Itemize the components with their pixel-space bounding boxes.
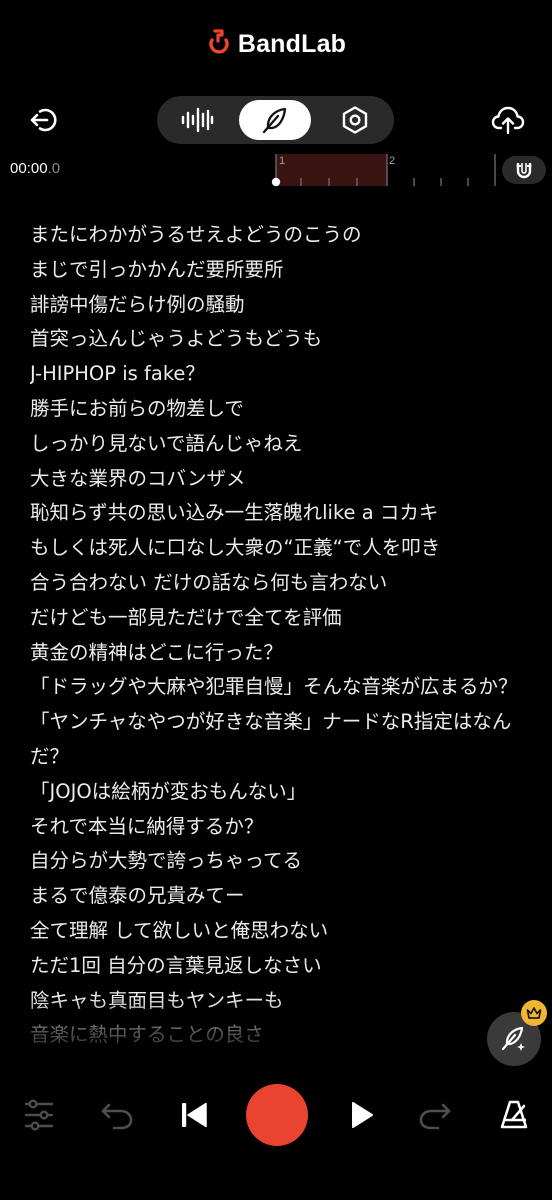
lyric-line[interactable]: それで本当に納得するか？ bbox=[30, 810, 530, 845]
tab-tracks[interactable] bbox=[161, 100, 233, 140]
app-header: BandLab bbox=[0, 26, 552, 62]
time-main: 00:00 bbox=[10, 160, 48, 177]
lyric-line[interactable]: 自分らが大勢で誇っちゃってる bbox=[30, 844, 530, 879]
magnet-icon bbox=[516, 163, 532, 179]
play-icon bbox=[352, 1102, 373, 1128]
lyric-line[interactable]: 誹謗中傷だらけ例の騒動 bbox=[30, 288, 530, 323]
exit-button[interactable] bbox=[24, 100, 64, 140]
playhead-time: 00:00.0 bbox=[10, 160, 60, 177]
redo-icon bbox=[419, 1103, 451, 1130]
lyric-line[interactable]: 「ドラッグや大麻や犯罪自慢」そんな音楽が広まるか？ bbox=[30, 670, 530, 705]
lyric-line[interactable]: まじで引っかかんだ要所要所 bbox=[30, 253, 530, 288]
premium-badge bbox=[521, 1000, 547, 1026]
lyric-line[interactable]: 音楽に熱中することの良さ bbox=[30, 1018, 530, 1053]
lyric-line[interactable]: またにわかがうるせえよどうのこうの bbox=[30, 218, 530, 253]
lyric-line[interactable]: 「ヤンチャなやつが好きな音楽」ナードなR指定はなんだ？ bbox=[30, 705, 530, 775]
feather-pen-icon bbox=[262, 107, 287, 134]
skip-back-button[interactable] bbox=[172, 1086, 216, 1144]
lyrics-editor[interactable]: またにわかがうるせえよどうのこうの まじで引っかかんだ要所要所 誹謗中傷だらけ例… bbox=[30, 218, 530, 1068]
timeline-ruler[interactable]: 1 2 bbox=[270, 150, 500, 190]
play-button[interactable] bbox=[340, 1086, 384, 1144]
lyric-line[interactable]: 全て理解 して欲しいと俺思わない bbox=[30, 914, 530, 949]
time-fraction: .0 bbox=[47, 160, 61, 177]
lyric-line[interactable]: 恥知らず共の思い込み一生落魄れlike a コカキ bbox=[30, 496, 530, 531]
crown-icon bbox=[526, 1007, 542, 1019]
bar-marker-1: 1 bbox=[279, 155, 285, 167]
lyric-line[interactable]: ただ1回 自分の言葉見返しなさい bbox=[30, 949, 530, 984]
exit-icon bbox=[30, 108, 57, 132]
app-title: BandLab bbox=[237, 29, 347, 58]
snap-toggle[interactable] bbox=[502, 156, 546, 184]
record-button[interactable] bbox=[246, 1084, 308, 1146]
lyric-line[interactable]: 首突っ込んじゃうよどうもどうも bbox=[30, 322, 530, 357]
lyric-line[interactable]: もしくは死人に口なし大衆の“正義“で人を叩き bbox=[30, 531, 530, 566]
playhead-handle[interactable] bbox=[271, 177, 281, 187]
lyric-line[interactable]: 大きな業界のコバンザメ bbox=[30, 462, 530, 497]
sliders-icon bbox=[24, 1099, 54, 1131]
hexagon-settings-icon bbox=[342, 106, 368, 134]
bar-marker-2: 2 bbox=[389, 155, 395, 167]
waveform-icon bbox=[181, 107, 214, 133]
metronome-button[interactable] bbox=[492, 1086, 536, 1144]
skip-back-icon bbox=[182, 1102, 207, 1128]
undo-button[interactable] bbox=[96, 1086, 138, 1144]
tab-lyrics[interactable] bbox=[239, 100, 311, 140]
lyric-line[interactable]: しっかり見ないで語んじゃねえ bbox=[30, 427, 530, 462]
tab-settings[interactable] bbox=[319, 100, 391, 140]
lyric-line[interactable]: まるで億泰の兄貴みてー bbox=[30, 879, 530, 914]
bandlab-logo-icon bbox=[206, 28, 232, 60]
loop-region[interactable] bbox=[276, 154, 387, 186]
lyric-line[interactable]: J-HIPHOP is fake？ bbox=[30, 357, 530, 392]
lyric-line[interactable]: 合う合わない だけの話なら何も言わない bbox=[30, 566, 530, 601]
lyric-line[interactable]: 黄金の精神はどこに行った？ bbox=[30, 636, 530, 671]
lyric-line[interactable]: 陰キャも真面目もヤンキーも bbox=[30, 984, 530, 1019]
upload-button[interactable] bbox=[488, 100, 528, 140]
metronome-icon bbox=[500, 1100, 528, 1129]
undo-icon bbox=[101, 1103, 133, 1130]
lyric-line[interactable]: だけども一部見ただけで全てを評価 bbox=[30, 601, 530, 636]
mixer-button[interactable] bbox=[18, 1086, 60, 1144]
lyric-line[interactable]: 勝手にお前らの物差しで bbox=[30, 392, 530, 427]
ai-pen-icon bbox=[501, 1026, 525, 1051]
redo-button[interactable] bbox=[414, 1086, 456, 1144]
lyric-line[interactable]: 「JOJOは絵柄が変おもんない」 bbox=[30, 775, 530, 810]
cloud-upload-icon bbox=[491, 106, 525, 135]
view-mode-switcher bbox=[157, 96, 394, 144]
